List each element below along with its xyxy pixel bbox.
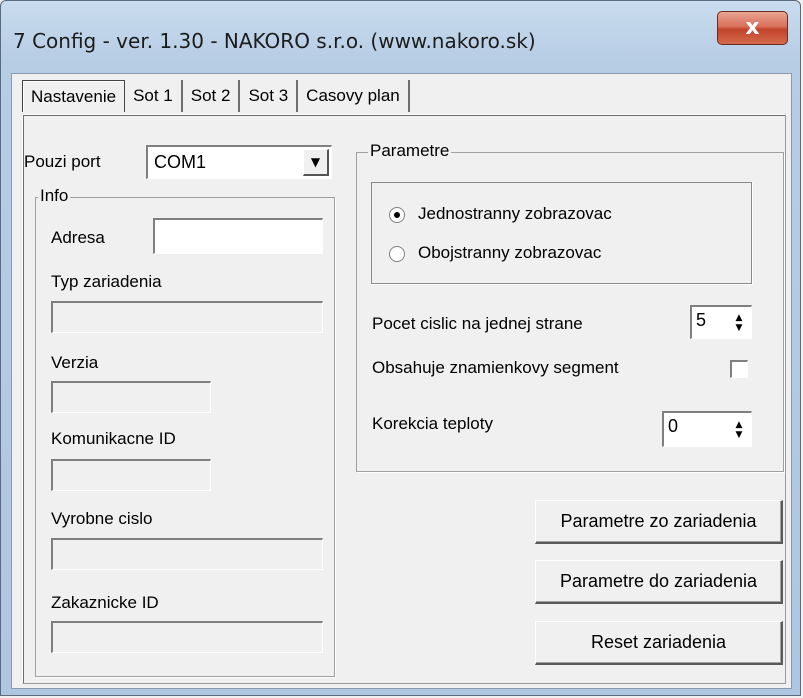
verzia-field bbox=[51, 381, 211, 413]
parametre-do-zariadenia-button[interactable]: Parametre do zariadenia bbox=[535, 560, 783, 604]
komunikacne-id-label: Komunikacne ID bbox=[51, 429, 176, 448]
korekcia-teploty-spinner[interactable]: 0 ▲ ▼ bbox=[662, 411, 752, 447]
tab-nastavenie[interactable]: Nastavenie bbox=[22, 80, 126, 112]
vyrobne-cislo-label: Vyrobne cislo bbox=[51, 509, 153, 528]
port-select-value: COM1 bbox=[154, 152, 207, 172]
tab-sot-3[interactable]: Sot 3 bbox=[240, 80, 299, 112]
typ-zariadenia-label: Typ zariadenia bbox=[51, 272, 162, 291]
zakaznicke-id-field bbox=[51, 621, 323, 653]
tab-sot-2[interactable]: Sot 2 bbox=[183, 80, 241, 112]
port-label: Pouzi port bbox=[24, 152, 101, 171]
reset-zariadenia-button[interactable]: Reset zariadenia bbox=[535, 621, 783, 665]
znamienkovy-segment-checkbox[interactable] bbox=[730, 360, 748, 378]
typ-zariadenia-field bbox=[51, 301, 323, 333]
znamienkovy-segment-label: Obsahuje znamienkovy segment bbox=[372, 358, 619, 377]
parametre-zo-zariadenia-button[interactable]: Parametre zo zariadenia bbox=[535, 500, 783, 544]
pocet-cislic-label: Pocet cislic na jednej strane bbox=[372, 314, 583, 333]
adresa-label: Adresa bbox=[51, 228, 105, 247]
korekcia-teploty-value: 0 bbox=[668, 416, 679, 436]
radio-obojstranny[interactable] bbox=[389, 246, 405, 262]
window-title: 7 Config - ver. 1.30 - NAKORO s.r.o. (ww… bbox=[13, 29, 536, 53]
pocet-cislic-value: 5 bbox=[696, 310, 707, 330]
pocet-cislic-spinner[interactable]: 5 ▲ ▼ bbox=[690, 305, 752, 339]
verzia-label: Verzia bbox=[51, 353, 99, 372]
radio-obojstranny-label[interactable]: Obojstranny zobrazovac bbox=[418, 243, 601, 263]
radio-jednostranny-label[interactable]: Jednostranny zobrazovac bbox=[418, 204, 612, 224]
port-select[interactable]: COM1 ▼ bbox=[146, 145, 332, 179]
spin-arrows-icon[interactable]: ▲ ▼ bbox=[729, 309, 749, 336]
info-group-legend: Info bbox=[38, 186, 71, 206]
komunikacne-id-field bbox=[51, 459, 211, 491]
title-bar[interactable]: 7 Config - ver. 1.30 - NAKORO s.r.o. (ww… bbox=[1, 1, 802, 73]
tab-sot-1[interactable]: Sot 1 bbox=[125, 80, 183, 112]
tab-casovy-plan[interactable]: Casovy plan bbox=[298, 80, 410, 112]
tab-strip: Nastavenie Sot 1 Sot 2 Sot 3 Casovy plan bbox=[22, 80, 410, 114]
korekcia-teploty-label: Korekcia teploty bbox=[372, 414, 493, 433]
chevron-down-icon[interactable]: ▼ bbox=[303, 149, 329, 176]
parametre-group-legend: Parametre bbox=[368, 141, 452, 161]
vyrobne-cislo-field bbox=[51, 538, 323, 570]
close-icon: x bbox=[745, 15, 760, 40]
adresa-input[interactable] bbox=[153, 218, 323, 254]
zakaznicke-id-label: Zakaznicke ID bbox=[51, 593, 159, 612]
close-button[interactable]: x bbox=[717, 11, 788, 45]
radio-jednostranny[interactable] bbox=[389, 207, 405, 223]
spin-arrows-icon[interactable]: ▲ ▼ bbox=[729, 415, 749, 444]
display-type-box bbox=[371, 182, 752, 284]
